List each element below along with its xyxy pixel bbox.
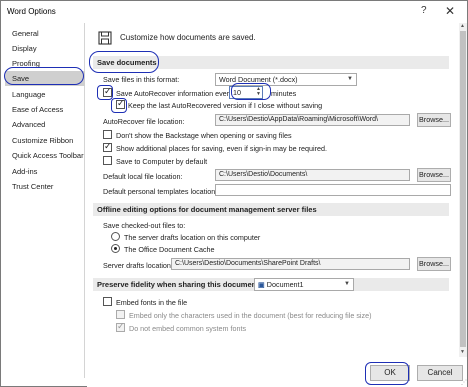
resize-grip-icon[interactable]: ⋰ [461,379,467,386]
dont-show-backstage-label: Don't show the Backstage when opening or… [116,131,292,140]
embed-only-used-checkbox[interactable] [116,310,125,319]
close-icon[interactable]: ✕ [445,4,455,18]
show-additional-places-label: Show additional places for saving, even … [116,144,327,153]
word-document-icon: ▣ [258,280,265,289]
radio-office-document-cache[interactable] [111,244,120,253]
default-local-location-field[interactable]: C:\Users\Destio\Documents\ [215,169,410,181]
page-header: Customize how documents are saved. [120,33,256,42]
minutes-label: minutes [271,89,297,98]
scroll-up-icon[interactable]: ▲ [460,23,465,29]
server-drafts-location-label: Server drafts location: [103,261,173,270]
section-offline-editing: Offline editing options for document man… [93,203,449,216]
server-drafts-browse-button[interactable]: Browse... [417,257,451,271]
floppy-disk-icon [98,31,112,45]
sidebar-item-customize-ribbon[interactable]: Customize Ribbon [5,133,85,148]
radio-server-drafts-label: The server drafts location on this compu… [124,233,261,242]
sidebar-item-trust-center[interactable]: Trust Center [5,179,85,194]
sidebar-item-ease-of-access[interactable]: Ease of Access [5,102,85,117]
embed-fonts-label: Embed fonts in the file [116,298,188,307]
content-scrollbar[interactable]: ▲ ▼ [459,23,467,357]
fidelity-document-select[interactable]: ▣ Document1 ▼ [254,278,354,291]
save-options-panel: Customize how documents are saved. Save … [87,23,459,357]
save-to-computer-label: Save to Computer by default [116,157,208,166]
format-label: Save files in this format: [103,75,180,84]
default-local-location-label: Default local file location: [103,172,183,181]
sidebar-item-add-ins[interactable]: Add-ins [5,164,85,179]
embed-only-used-label: Embed only the characters used in the do… [129,311,372,320]
server-drafts-location-field[interactable]: C:\Users\Destio\Documents\SharePoint Dra… [171,258,410,270]
keep-last-version-checkbox[interactable] [116,98,125,109]
chevron-down-icon: ▼ [347,76,353,82]
sidebar-item-advanced[interactable]: Advanced [5,117,85,132]
scrollbar-thumb[interactable] [460,31,466,347]
show-additional-places-checkbox[interactable] [103,141,112,152]
autorecover-checkbox[interactable] [103,86,112,97]
autorecover-minutes-value: 10 [233,88,241,97]
section-save-documents: Save documents [93,56,449,69]
dont-show-backstage-checkbox[interactable] [103,130,112,139]
sidebar-item-proofing[interactable]: Proofing [5,56,85,71]
autorecover-label: Save AutoRecover information every [116,89,233,98]
dialog-footer: OK Cancel [87,357,467,387]
checkedout-label: Save checked-out files to: [103,221,186,230]
embed-fonts-checkbox[interactable] [103,297,112,306]
cancel-button[interactable]: Cancel [417,365,463,381]
sidebar-item-quick-access-toolbar[interactable]: Quick Access Toolbar [5,148,85,163]
options-sidebar: General Display Proofing Save Language E… [5,23,85,378]
sidebar-item-general[interactable]: General [5,26,85,41]
scroll-down-icon[interactable]: ▼ [460,349,465,355]
default-templates-field[interactable] [215,184,451,196]
default-local-browse-button[interactable]: Browse... [417,168,451,182]
sidebar-item-save[interactable]: Save [5,71,85,86]
sidebar-item-display[interactable]: Display [5,41,85,56]
word-options-window: Word Options ? ✕ General Display Proofin… [0,0,468,387]
keep-last-version-label: Keep the last AutoRecovered version if I… [128,101,323,110]
fidelity-document-value: Document1 [266,280,304,289]
sidebar-item-language[interactable]: Language [5,87,85,102]
autorecover-location-label: AutoRecover file location: [103,117,185,126]
no-common-fonts-checkbox[interactable] [116,321,125,332]
window-title: Word Options [7,7,56,16]
help-icon[interactable]: ? [421,5,427,16]
format-value: Word Document (*.docx) [219,75,298,84]
title-bar: Word Options ? ✕ [1,1,467,23]
radio-office-document-cache-label: The Office Document Cache [124,245,215,254]
spinner-arrows-icon[interactable]: ▲ ▼ [256,87,261,97]
autorecover-minutes-spinner[interactable]: 10 ▲ ▼ [229,86,263,99]
autorecover-browse-button[interactable]: Browse... [417,113,451,127]
autorecover-location-field[interactable]: C:\Users\Destio\AppData\Roaming\Microsof… [215,114,410,126]
default-templates-label: Default personal templates location: [103,187,218,196]
chevron-down-icon: ▼ [344,281,350,287]
preserve-fidelity-label: Preserve fidelity when sharing this docu… [97,280,262,289]
format-select[interactable]: Word Document (*.docx) ▼ [215,73,357,86]
radio-server-drafts[interactable] [111,232,120,241]
ok-button[interactable]: OK [370,365,410,381]
save-to-computer-checkbox[interactable] [103,156,112,165]
no-common-fonts-label: Do not embed common system fonts [129,324,247,333]
